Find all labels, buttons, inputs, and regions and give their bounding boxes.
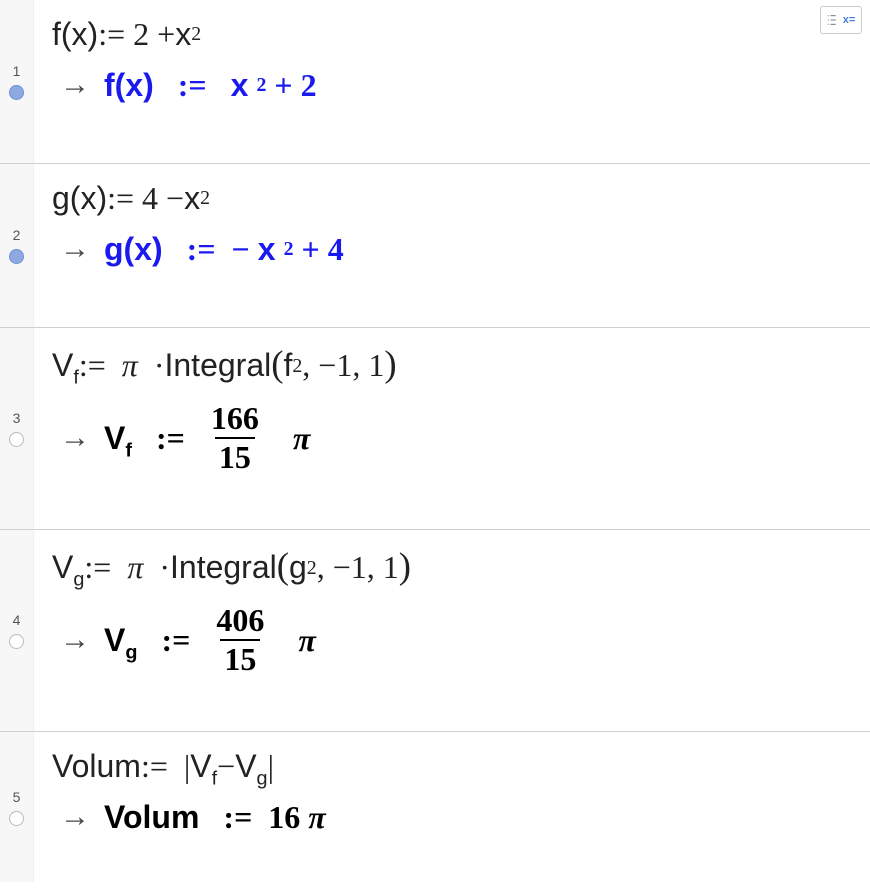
result-arrow-icon: → bbox=[60, 623, 90, 657]
result-arrow-icon: → bbox=[60, 232, 90, 266]
row-number: 2 bbox=[13, 227, 21, 243]
substitute-button[interactable]: x= bbox=[820, 6, 862, 34]
input-expression[interactable]: g(x) := 4 − x2 bbox=[52, 176, 862, 221]
list-icon bbox=[827, 13, 841, 27]
input-expression[interactable]: f(x) := 2 + x2 bbox=[52, 12, 862, 57]
result-arrow-icon: → bbox=[60, 68, 90, 102]
row-number: 4 bbox=[13, 612, 21, 628]
cas-row-5[interactable]: 5 Volum := |Vf − Vg| → Volum := 16 π bbox=[0, 732, 870, 882]
row-number: 5 bbox=[13, 789, 21, 805]
row-content: Vf := π · Integral(f2, −1, 1) → Vf := 16… bbox=[34, 328, 870, 529]
row-gutter: 1 bbox=[0, 0, 34, 163]
row-content: Vg := π · Integral(g2, −1, 1) → Vg := 40… bbox=[34, 530, 870, 731]
result-line: → Vg := 40615 π bbox=[52, 604, 862, 677]
row-gutter: 3 bbox=[0, 328, 34, 529]
input-expression[interactable]: Vg := π · Integral(g2, −1, 1) bbox=[52, 542, 862, 594]
result-line: → Vf := 16615 π bbox=[52, 402, 862, 475]
substitute-label: x= bbox=[843, 14, 856, 26]
result-arrow-icon: → bbox=[60, 421, 90, 455]
row-number: 3 bbox=[13, 410, 21, 426]
row-gutter: 5 bbox=[0, 732, 34, 882]
result-expression: g(x) := −x2 + 4 bbox=[104, 231, 344, 268]
row-content: f(x) := 2 + x2 → f(x) := x2 + 2 bbox=[34, 0, 870, 163]
visibility-marker[interactable] bbox=[9, 85, 24, 100]
row-gutter: 2 bbox=[0, 164, 34, 327]
result-line: → f(x) := x2 + 2 bbox=[52, 67, 862, 104]
result-line: → Volum := 16 π bbox=[52, 799, 862, 836]
input-expression[interactable]: Volum := |Vf − Vg| bbox=[52, 744, 862, 789]
visibility-marker[interactable] bbox=[9, 249, 24, 264]
cas-row-3[interactable]: 3 Vf := π · Integral(f2, −1, 1) → Vf := … bbox=[0, 328, 870, 530]
visibility-marker[interactable] bbox=[9, 811, 24, 826]
input-expression[interactable]: Vf := π · Integral(f2, −1, 1) bbox=[52, 340, 862, 392]
result-line: → g(x) := −x2 + 4 bbox=[52, 231, 862, 268]
visibility-marker[interactable] bbox=[9, 634, 24, 649]
result-arrow-icon: → bbox=[60, 800, 90, 834]
result-expression: Vf := 16615 π bbox=[104, 402, 310, 475]
visibility-marker[interactable] bbox=[9, 432, 24, 447]
result-expression: Volum := 16 π bbox=[104, 799, 326, 836]
cas-row-4[interactable]: 4 Vg := π · Integral(g2, −1, 1) → Vg := … bbox=[0, 530, 870, 732]
row-gutter: 4 bbox=[0, 530, 34, 731]
row-content: Volum := |Vf − Vg| → Volum := 16 π bbox=[34, 732, 870, 882]
row-number: 1 bbox=[13, 63, 21, 79]
cas-row-1[interactable]: 1 f(x) := 2 + x2 → f(x) := x2 + 2 bbox=[0, 0, 870, 164]
result-expression: f(x) := x2 + 2 bbox=[104, 67, 317, 104]
row-content: g(x) := 4 − x2 → g(x) := −x2 + 4 bbox=[34, 164, 870, 327]
result-expression: Vg := 40615 π bbox=[104, 604, 316, 677]
cas-row-2[interactable]: 2 g(x) := 4 − x2 → g(x) := −x2 + 4 bbox=[0, 164, 870, 328]
